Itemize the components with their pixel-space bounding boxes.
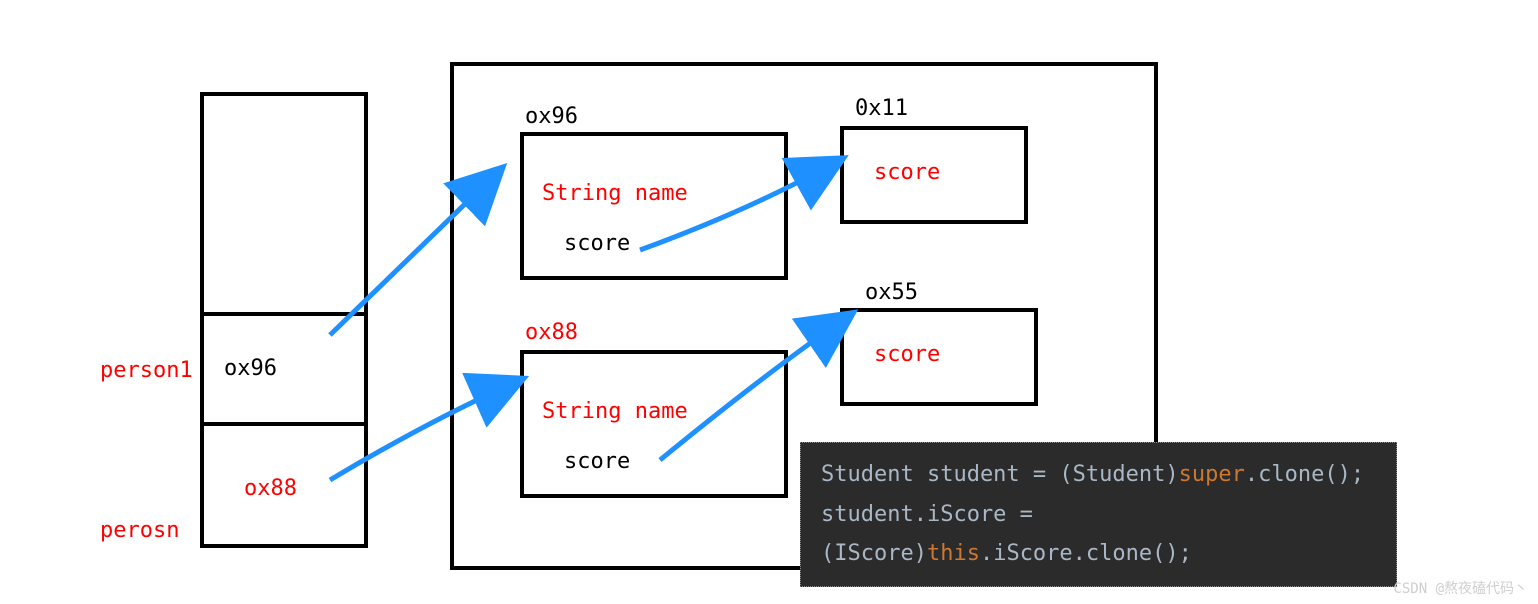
addr-ox55: ox55	[865, 280, 918, 305]
obj1-field-name: String name	[542, 181, 688, 206]
stack-cell-person1: ox96	[200, 312, 368, 430]
code-line-2: student.iScore = (IScore)this.iScore.clo…	[821, 495, 1376, 574]
addr-ox88: ox88	[525, 320, 578, 345]
addr-0x11: 0x11	[855, 96, 908, 121]
stack-cell-empty	[200, 92, 368, 320]
code-snippet: Student student = (Student)super.clone()…	[800, 442, 1397, 587]
obj-ox55: score	[840, 308, 1038, 406]
obj2-field-score: score	[564, 449, 630, 474]
stack-label-person: perosn	[100, 518, 179, 543]
obj1-field-score: score	[564, 231, 630, 256]
obj-ox96: String name score	[520, 132, 788, 280]
stack-value-person1: ox96	[224, 356, 277, 381]
code-line-1: Student student = (Student)super.clone()…	[821, 455, 1376, 495]
score1-field: score	[874, 160, 940, 185]
stack-cell-person: ox88	[200, 422, 368, 548]
score2-field: score	[874, 342, 940, 367]
stack-value-person: ox88	[244, 476, 297, 501]
obj2-field-name: String name	[542, 399, 688, 424]
addr-ox96: ox96	[525, 104, 578, 129]
stack-label-person1: person1	[100, 358, 193, 383]
watermark: CSDN @熬夜磕代码丶	[1393, 578, 1528, 598]
obj-ox88: String name score	[520, 350, 788, 498]
obj-0x11: score	[840, 126, 1028, 224]
